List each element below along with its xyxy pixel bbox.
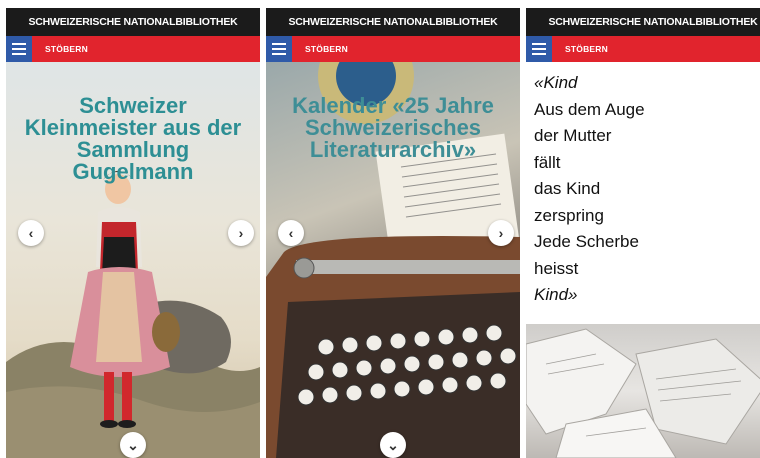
- scroll-down-icon[interactable]: ⌄: [120, 432, 146, 458]
- hamburger-menu-icon[interactable]: [526, 36, 552, 62]
- poem-text: «Kind Aus dem Auge der Mutter fällt das …: [526, 62, 760, 324]
- hamburger-menu-icon[interactable]: [266, 36, 292, 62]
- app-screen-2: SCHWEIZERISCHE NATIONALBIBLIOTHEK STÖBER…: [266, 8, 520, 458]
- poem-line: Jede Scherbe: [534, 232, 639, 251]
- slide-gugelmann[interactable]: Schweizer Kleinmeister aus der Sammlung …: [6, 62, 260, 458]
- site-header: SCHWEIZERISCHE NATIONALBIBLIOTHEK: [526, 8, 760, 36]
- nav-section-label[interactable]: STÖBERN: [45, 36, 88, 62]
- poem-line: Aus dem Auge: [534, 99, 645, 119]
- poem-line: das Kind: [534, 179, 601, 198]
- poem-line: zerspring: [534, 205, 604, 225]
- paper-shards-illustration: [526, 328, 760, 458]
- site-header: SCHWEIZERISCHE NATIONALBIBLIOTHEK: [6, 8, 260, 36]
- next-arrow-icon[interactable]: ›: [488, 220, 514, 246]
- paper-shards-image: [526, 324, 760, 458]
- slide-title: Kalender «25 Jahre Schweizerisches Liter…: [292, 93, 494, 162]
- previous-arrow-icon[interactable]: ‹: [18, 220, 44, 246]
- next-arrow-icon[interactable]: ›: [228, 220, 254, 246]
- app-screen-3: SCHWEIZERISCHE NATIONALBIBLIOTHEK STÖBER…: [526, 8, 760, 458]
- poem-line: heisst: [534, 258, 579, 278]
- nav-section-label[interactable]: STÖBERN: [305, 36, 348, 62]
- poem-line: «Kind: [534, 73, 578, 92]
- nav-bar: STÖBERN: [526, 36, 760, 62]
- app-screen-1: SCHWEIZERISCHE NATIONALBIBLIOTHEK STÖBER…: [6, 8, 260, 458]
- slide-title: Schweizer Kleinmeister aus der Sammlung …: [24, 93, 242, 184]
- nav-bar: STÖBERN: [266, 36, 520, 62]
- nav-bar: STÖBERN: [6, 36, 260, 62]
- poem-line: Kind»: [534, 285, 578, 304]
- site-header: SCHWEIZERISCHE NATIONALBIBLIOTHEK: [266, 8, 520, 36]
- hamburger-menu-icon[interactable]: [6, 36, 32, 62]
- poem-line: fällt: [534, 152, 561, 172]
- scroll-down-icon[interactable]: ⌄: [380, 432, 406, 458]
- slide-literaturarchiv[interactable]: Kalender «25 Jahre Schweizerisches Liter…: [266, 62, 520, 458]
- previous-arrow-icon[interactable]: ‹: [278, 220, 304, 246]
- nav-section-label[interactable]: STÖBERN: [565, 36, 608, 62]
- poem-line: der Mutter: [534, 126, 612, 145]
